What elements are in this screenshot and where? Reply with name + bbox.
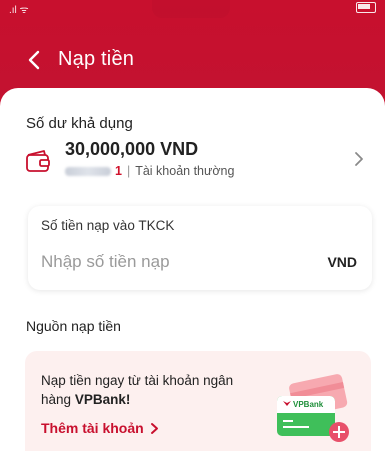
back-button[interactable] xyxy=(26,49,44,71)
add-account-link[interactable]: Thêm tài khoản xyxy=(41,420,159,436)
device-notch xyxy=(152,0,230,18)
chevron-right-icon xyxy=(150,422,158,434)
bank-card-illustration: VPBank xyxy=(277,374,349,442)
promo-message: Nạp tiền ngay từ tài khoản ngân hàng xyxy=(41,373,234,407)
battery-icon xyxy=(356,2,376,13)
funding-source-label: Nguồn nạp tiền xyxy=(26,318,121,334)
balance-amount: 30,000,000 VND xyxy=(65,139,199,159)
balance-label: Số dư khả dụng xyxy=(26,115,133,132)
signal-wifi-icon: .ıl ᯤ xyxy=(9,5,29,16)
account-info: 1 | Tài khoản thường xyxy=(65,164,234,178)
wallet-icon xyxy=(26,150,50,172)
account-select-chevron-icon[interactable] xyxy=(353,150,365,168)
content-sheet: Số dư khả dụng 30,000,000 VND 1 | Tài kh… xyxy=(0,88,385,451)
app-header: .ıl ᯤ Nạp tiền xyxy=(0,0,385,98)
masked-account-number xyxy=(65,166,111,176)
page-title: Nạp tiền xyxy=(58,48,135,70)
separator: | xyxy=(126,164,131,178)
account-type: Tài khoản thường xyxy=(135,164,235,178)
deposit-amount-label: Số tiền nạp vào TKCK xyxy=(41,218,175,233)
promo-bank-name: VPBank! xyxy=(74,392,131,407)
account-number-suffix: 1 xyxy=(115,164,122,178)
deposit-amount-card: Số tiền nạp vào TKCK VND xyxy=(28,206,372,290)
deposit-amount-input[interactable] xyxy=(41,250,311,274)
currency-label: VND xyxy=(327,254,357,270)
vpbank-logo-text: VPBank xyxy=(293,400,324,409)
promo-text: Nạp tiền ngay từ tài khoản ngân hàng VPB… xyxy=(41,371,241,409)
link-bank-promo-card: Nạp tiền ngay từ tài khoản ngân hàng VPB… xyxy=(25,351,371,451)
add-account-label: Thêm tài khoản xyxy=(41,420,144,436)
